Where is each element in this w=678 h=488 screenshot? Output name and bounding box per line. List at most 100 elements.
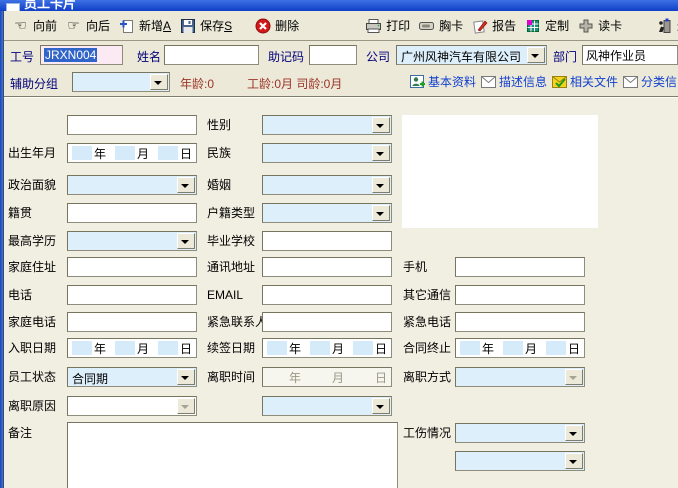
- education-dropdown-arrow[interactable]: [177, 233, 195, 249]
- status-dropdown-arrow[interactable]: [177, 369, 195, 385]
- next-button[interactable]: ☞ 向后: [61, 15, 114, 36]
- aux-group-dropdown-arrow[interactable]: [150, 74, 168, 90]
- phone-label: 电话: [8, 288, 32, 302]
- delete-button[interactable]: 删除: [250, 15, 303, 36]
- renew-date-field[interactable]: 年 月 日: [262, 338, 392, 358]
- education-label: 最高学历: [8, 234, 56, 248]
- tab-category-info[interactable]: 分类信: [623, 73, 677, 90]
- birth-label: 出生年月: [8, 146, 56, 160]
- window-title: 员工卡片: [24, 0, 76, 11]
- dept-label: 部门: [553, 48, 577, 65]
- exit-door-icon: [656, 18, 673, 34]
- name-label: 姓名: [137, 48, 161, 65]
- gender-dropdown-arrow[interactable]: [372, 117, 390, 133]
- marriage-select[interactable]: [262, 175, 392, 195]
- ethnic-dropdown-arrow[interactable]: [372, 145, 390, 161]
- company-dropdown-arrow[interactable]: [527, 47, 545, 63]
- read-card-button[interactable]: 读卡: [573, 15, 626, 36]
- hire-date-label: 入职日期: [8, 341, 56, 355]
- marriage-dropdown-arrow[interactable]: [372, 177, 390, 193]
- mobile-input[interactable]: [455, 257, 585, 277]
- remark-label: 备注: [8, 426, 32, 440]
- badge-button[interactable]: 胸卡: [414, 15, 467, 36]
- customize-button[interactable]: 定制: [520, 15, 573, 36]
- save-button[interactable]: 保存S: [175, 15, 236, 36]
- contract-end-date-field[interactable]: 年 月 日: [455, 338, 585, 358]
- unlabeled-select[interactable]: [262, 396, 392, 416]
- customize-grid-icon: [524, 18, 541, 34]
- tab-related-files[interactable]: 相关文件: [552, 73, 618, 90]
- education-select[interactable]: [67, 231, 197, 251]
- hire-date-field[interactable]: 年 月 日: [67, 338, 197, 358]
- remark-textarea[interactable]: [67, 422, 398, 488]
- emg-phone-input[interactable]: [455, 312, 585, 332]
- report-button[interactable]: 报告: [467, 15, 520, 36]
- household-select[interactable]: [262, 203, 392, 223]
- company-value: 广州风神汽车有限公司: [401, 48, 528, 65]
- home-phone-input[interactable]: [67, 312, 197, 332]
- report-pen-icon: [471, 18, 488, 34]
- home-phone-label: 家庭电话: [8, 315, 56, 329]
- unlabeled-top-input[interactable]: [67, 115, 197, 135]
- unlabeled-dropdown-arrow[interactable]: [372, 398, 390, 414]
- toolbar: ☜ 向前 ☞ 向后 新增A 保存S 删除: [4, 11, 678, 41]
- emp-no-field[interactable]: JRXN004: [40, 45, 123, 65]
- phone-input[interactable]: [67, 285, 197, 305]
- home-addr-input[interactable]: [67, 257, 197, 277]
- tab-basic-info[interactable]: 基本资料: [410, 73, 476, 90]
- envelope-icon: [481, 75, 496, 89]
- window-icon: [6, 3, 20, 11]
- leave-time-date-field: 年 月 日: [262, 367, 392, 387]
- other-comm-input[interactable]: [455, 285, 585, 305]
- other-comm-label: 其它通信: [403, 288, 451, 302]
- ethnic-select[interactable]: [262, 143, 392, 163]
- header-row-1: 工号 JRXN004 姓名 助记码 公司 广州风神汽车有限公司 部门: [0, 42, 678, 68]
- plus-cross-icon: [577, 18, 594, 34]
- return-button[interactable]: 返: [652, 15, 678, 36]
- native-input[interactable]: [67, 203, 197, 223]
- emp-no-value: JRXN004: [44, 48, 97, 62]
- tab-description-info[interactable]: 描述信息: [481, 73, 547, 90]
- school-input[interactable]: [262, 231, 392, 251]
- school-label: 毕业学校: [207, 234, 255, 248]
- birth-date-field[interactable]: 年 月 日: [67, 143, 197, 163]
- injury-select[interactable]: [455, 423, 585, 443]
- header-row-2: 辅助分组 年龄:0 工龄:0月 司龄:0月 基本资料 描述信息: [0, 68, 678, 95]
- add-button[interactable]: 新增A: [114, 15, 175, 36]
- home-addr-label: 家庭住址: [8, 260, 56, 274]
- mnemonic-label: 助记码: [268, 48, 304, 65]
- company-select[interactable]: 广州风神汽车有限公司: [396, 45, 547, 65]
- tenure-stat: 工龄:0月 司龄:0月: [247, 75, 342, 92]
- political-dropdown-arrow[interactable]: [177, 177, 195, 193]
- status-value: 合同期: [72, 370, 178, 387]
- injury-secondary-select[interactable]: [455, 451, 585, 471]
- prev-button[interactable]: ☜ 向前: [8, 15, 61, 36]
- status-label: 员工状态: [8, 370, 56, 384]
- mail-addr-input[interactable]: [262, 257, 392, 277]
- dept-input[interactable]: [582, 45, 678, 65]
- household-dropdown-arrow[interactable]: [372, 205, 390, 221]
- age-stat: 年龄:0: [180, 75, 214, 92]
- yellow-envelope-check-icon: [552, 75, 567, 89]
- email-input[interactable]: [262, 285, 392, 305]
- gender-label: 性别: [207, 118, 231, 132]
- email-label: EMAIL: [207, 288, 243, 302]
- marriage-label: 婚姻: [207, 178, 231, 192]
- injury-dropdown-arrow[interactable]: [565, 425, 583, 441]
- delete-icon: [254, 18, 271, 34]
- leave-time-label: 离职时间: [207, 370, 255, 384]
- name-input[interactable]: [164, 45, 259, 65]
- emg-contact-input[interactable]: [262, 312, 392, 332]
- mail-addr-label: 通讯地址: [207, 260, 255, 274]
- mnemonic-input[interactable]: [309, 45, 357, 65]
- basic-info-panel: 性别 出生年月 年 月 日 民族 政治面貌 婚姻 籍贯 户籍类型: [0, 96, 678, 488]
- print-button[interactable]: 打印: [361, 15, 414, 36]
- political-select[interactable]: [67, 175, 197, 195]
- photo-placeholder: [402, 115, 598, 228]
- leave-method-dropdown-arrow: [565, 369, 583, 385]
- gender-select[interactable]: [262, 115, 392, 135]
- aux-group-select[interactable]: [72, 72, 170, 92]
- injury-secondary-dropdown-arrow[interactable]: [565, 453, 583, 469]
- leave-reason-dropdown-arrow: [177, 398, 195, 414]
- status-select[interactable]: 合同期: [67, 367, 197, 387]
